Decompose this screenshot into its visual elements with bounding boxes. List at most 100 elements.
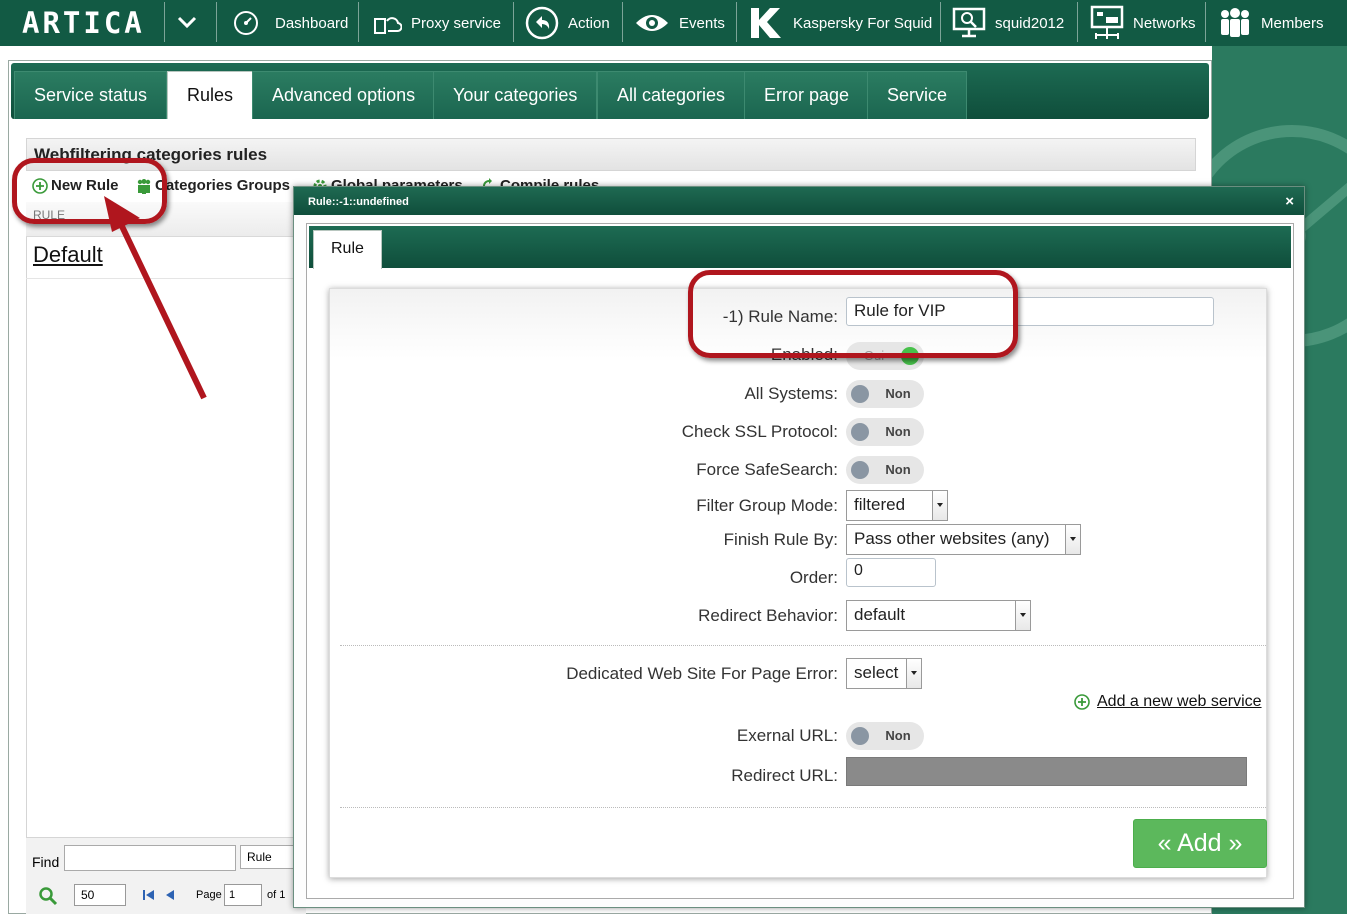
add-web-service-label: Add a new web service <box>1097 693 1262 710</box>
nav-separator <box>164 2 165 42</box>
pager: 50 Page 1 of 1 <box>26 877 306 914</box>
toggle-knob <box>851 423 869 441</box>
nav-separator <box>940 2 941 42</box>
check-ssl-toggle[interactable]: Non <box>846 418 924 446</box>
rule-form: -1) Rule Name: Rule for VIP Enabled: Oui… <box>329 288 1267 878</box>
nav-proxy-service[interactable]: Proxy service <box>372 0 501 46</box>
redirect-behavior-label: Redirect Behavior: <box>698 606 838 625</box>
nav-events[interactable]: Events <box>634 0 725 46</box>
action-icon <box>525 6 559 40</box>
nav-separator <box>1077 2 1078 42</box>
tab-service-status[interactable]: Service status <box>14 71 168 119</box>
add-button[interactable]: « Add » <box>1133 819 1267 868</box>
filter-group-mode-label: Filter Group Mode: <box>696 496 838 515</box>
nav-kaspersky[interactable]: Kaspersky For Squid <box>748 0 932 46</box>
toggle-state: Non <box>885 424 911 439</box>
nav-label: Events <box>679 14 725 32</box>
finish-rule-label: Finish Rule By: <box>723 530 838 549</box>
enabled-toggle[interactable]: Oui <box>846 342 924 370</box>
close-icon[interactable]: × <box>1285 193 1294 210</box>
tab-rules[interactable]: Rules <box>167 71 254 119</box>
networks-icon <box>1090 5 1124 39</box>
page-label: Page <box>196 889 222 901</box>
nav-separator <box>358 2 359 42</box>
enabled-label: Enabled: <box>770 345 838 364</box>
toggle-state: Non <box>885 462 911 477</box>
add-web-service-link[interactable]: Add a new web service <box>1074 693 1262 711</box>
order-label: Order: <box>789 568 838 587</box>
nav-dashboard[interactable]: Dashboard <box>232 0 348 46</box>
tab-error-page[interactable]: Error page <box>744 71 870 119</box>
nav-label: Action <box>568 14 610 32</box>
chevron-down-icon <box>932 491 947 520</box>
main-tabbar: Service status Rules Advanced options Yo… <box>11 63 1209 119</box>
kaspersky-icon <box>751 8 781 38</box>
tab-your-categories[interactable]: Your categories <box>433 71 598 119</box>
nav-label: Networks <box>1133 14 1196 32</box>
rule-dialog: Rule::-1::undefined × Rule -1) Rule Name… <box>293 186 1305 908</box>
nav-label: Dashboard <box>275 14 349 32</box>
toggle-state: Non <box>885 386 911 401</box>
select-value: select <box>854 663 899 682</box>
add-circle-icon <box>1074 694 1090 710</box>
toggle-state: Non <box>885 728 911 743</box>
tab-advanced-options[interactable]: Advanced options <box>252 71 436 119</box>
nav-label: Kaspersky For Squid <box>793 14 933 32</box>
nav-separator <box>622 2 623 42</box>
grid-title: Webfiltering categories rules <box>26 138 1196 171</box>
chevron-down-icon <box>1015 601 1030 630</box>
select-value: default <box>854 605 906 624</box>
nav-separator <box>736 2 737 42</box>
first-page-icon[interactable] <box>142 888 156 902</box>
toggle-knob <box>851 727 869 745</box>
nav-separator <box>513 2 514 42</box>
page-input[interactable]: 1 <box>224 884 262 906</box>
find-input[interactable] <box>64 845 236 871</box>
eye-icon <box>636 15 668 31</box>
toggle-state: Oui <box>863 348 885 363</box>
chevron-down-icon[interactable] <box>175 12 199 34</box>
select-value: filtered <box>854 495 906 514</box>
previous-page-icon[interactable] <box>164 888 176 902</box>
dashboard-icon <box>234 11 258 35</box>
monitor-icon <box>952 7 986 38</box>
page-size-select[interactable]: 50 <box>74 884 126 906</box>
artica-logo[interactable]: ARTICA <box>22 6 145 40</box>
add-circle-icon <box>32 177 48 194</box>
nav-separator <box>216 2 217 42</box>
redirect-url-label: Redirect URL: <box>731 766 838 785</box>
dialog-title: Rule::-1::undefined <box>294 187 1304 215</box>
rule-name-input[interactable]: Rule for VIP <box>846 297 1214 326</box>
nav-label: Members <box>1261 14 1324 32</box>
search-icon[interactable] <box>38 886 58 906</box>
members-icon <box>1221 8 1249 37</box>
find-bar: Find Rule <box>26 837 306 877</box>
tab-all-categories[interactable]: All categories <box>597 71 746 119</box>
nav-action[interactable]: Action <box>525 0 610 46</box>
redirect-url-input <box>846 757 1247 786</box>
toggle-knob <box>851 385 869 403</box>
nav-label: squid2012 <box>995 14 1065 32</box>
tab-rule[interactable]: Rule <box>313 230 382 269</box>
top-navbar: ARTICA Dashboard Proxy service Action Ev… <box>0 0 1347 46</box>
chevron-down-icon <box>906 659 921 688</box>
rule-name-label: -1) Rule Name: <box>722 307 838 326</box>
safesearch-toggle[interactable]: Non <box>846 456 924 484</box>
nav-networks[interactable]: Networks <box>1090 0 1196 46</box>
all-systems-toggle[interactable]: Non <box>846 380 924 408</box>
redirect-behavior-select[interactable]: default <box>846 600 1031 631</box>
external-url-label: Exernal URL: <box>736 726 838 745</box>
form-divider <box>340 645 1266 646</box>
order-input[interactable]: 0 <box>846 558 936 587</box>
tab-service[interactable]: Service <box>867 71 968 119</box>
find-label: Find <box>32 854 60 870</box>
nav-members[interactable]: Members <box>1218 0 1324 46</box>
annotation-arrow-icon <box>104 196 207 400</box>
filter-group-mode-select[interactable]: filtered <box>846 490 948 521</box>
toggle-knob <box>851 461 869 479</box>
dedicated-site-select[interactable]: select <box>846 658 922 689</box>
dialog-tabbar: Rule <box>309 226 1291 269</box>
finish-rule-select[interactable]: Pass other websites (any) <box>846 524 1081 555</box>
external-url-toggle[interactable]: Non <box>846 722 924 750</box>
nav-squid2012[interactable]: squid2012 <box>952 0 1064 46</box>
